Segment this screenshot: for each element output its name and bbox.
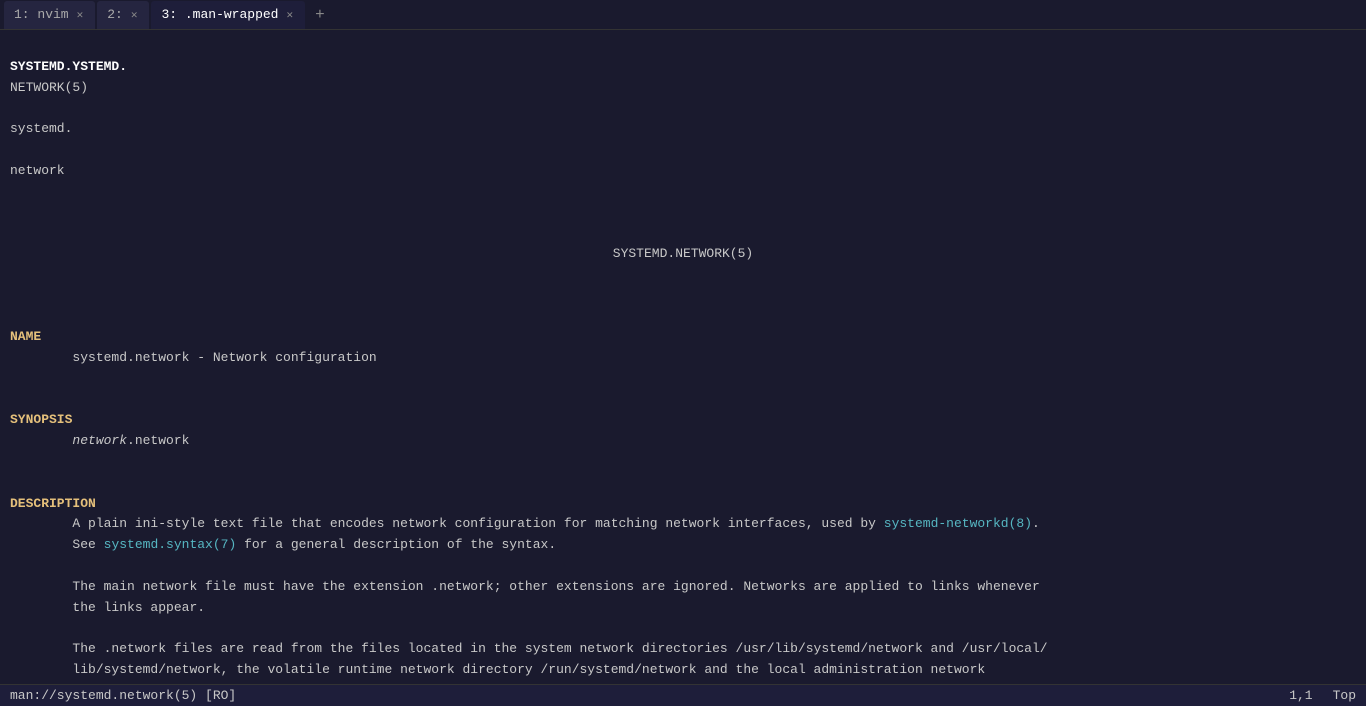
- description-heading: DESCRIPTION: [10, 496, 96, 511]
- link-syntax[interactable]: systemd.syntax(7): [104, 537, 237, 552]
- header-center-line2: network: [10, 163, 65, 178]
- synopsis-heading: SYNOPSIS: [10, 412, 72, 427]
- desc-para1: A plain ini-style text file that encodes…: [10, 516, 1040, 552]
- tab-add-button[interactable]: +: [307, 6, 333, 24]
- header-left-bold: SYSTEMD.: [10, 59, 72, 74]
- cursor-position: 1,1: [1289, 688, 1312, 703]
- header-center: systemd.: [10, 121, 72, 136]
- desc-para3: The .network files are read from the fil…: [10, 641, 1063, 684]
- tab-3-label: 3: .man-wrapped: [161, 7, 278, 22]
- status-left-text: man://systemd.network(5) [RO]: [10, 688, 236, 703]
- man-text: SYSTEMD.YSTEMD. NETWORK(5) systemd. netw…: [0, 36, 1366, 684]
- scroll-position: Top: [1333, 688, 1356, 703]
- section-title-center: SYSTEMD.NETWORK(5): [10, 244, 1356, 265]
- header-spacer1: [10, 100, 806, 115]
- name-content: systemd.network - Network configuration: [10, 350, 377, 365]
- tab-bar: 1: nvim ✕ 2: ✕ 3: .man-wrapped ✕ +: [0, 0, 1366, 30]
- tab-1[interactable]: 1: nvim ✕: [4, 1, 95, 29]
- man-page-content: SYSTEMD.YSTEMD. NETWORK(5) systemd. netw…: [0, 30, 1366, 684]
- header-left-line2: NETWORK(5): [10, 80, 88, 95]
- tab-1-close[interactable]: ✕: [75, 7, 86, 23]
- tab-1-label: 1: nvim: [14, 7, 69, 22]
- tab-2[interactable]: 2: ✕: [97, 1, 149, 29]
- name-heading: NAME: [10, 329, 41, 344]
- status-bar: man://systemd.network(5) [RO] 1,1 Top: [0, 684, 1366, 706]
- link-networkd[interactable]: systemd-networkd(8): [884, 516, 1032, 531]
- tab-2-close[interactable]: ✕: [129, 7, 140, 23]
- status-right: 1,1 Top: [1289, 688, 1356, 703]
- desc-para2: The main network file must have the exte…: [10, 579, 1040, 615]
- tab-3[interactable]: 3: .man-wrapped ✕: [151, 1, 305, 29]
- tab-3-close[interactable]: ✕: [285, 7, 296, 23]
- synopsis-content: network.network: [10, 433, 189, 448]
- header-left-bold2: YSTEMD.: [72, 59, 127, 74]
- tab-2-label: 2:: [107, 7, 123, 22]
